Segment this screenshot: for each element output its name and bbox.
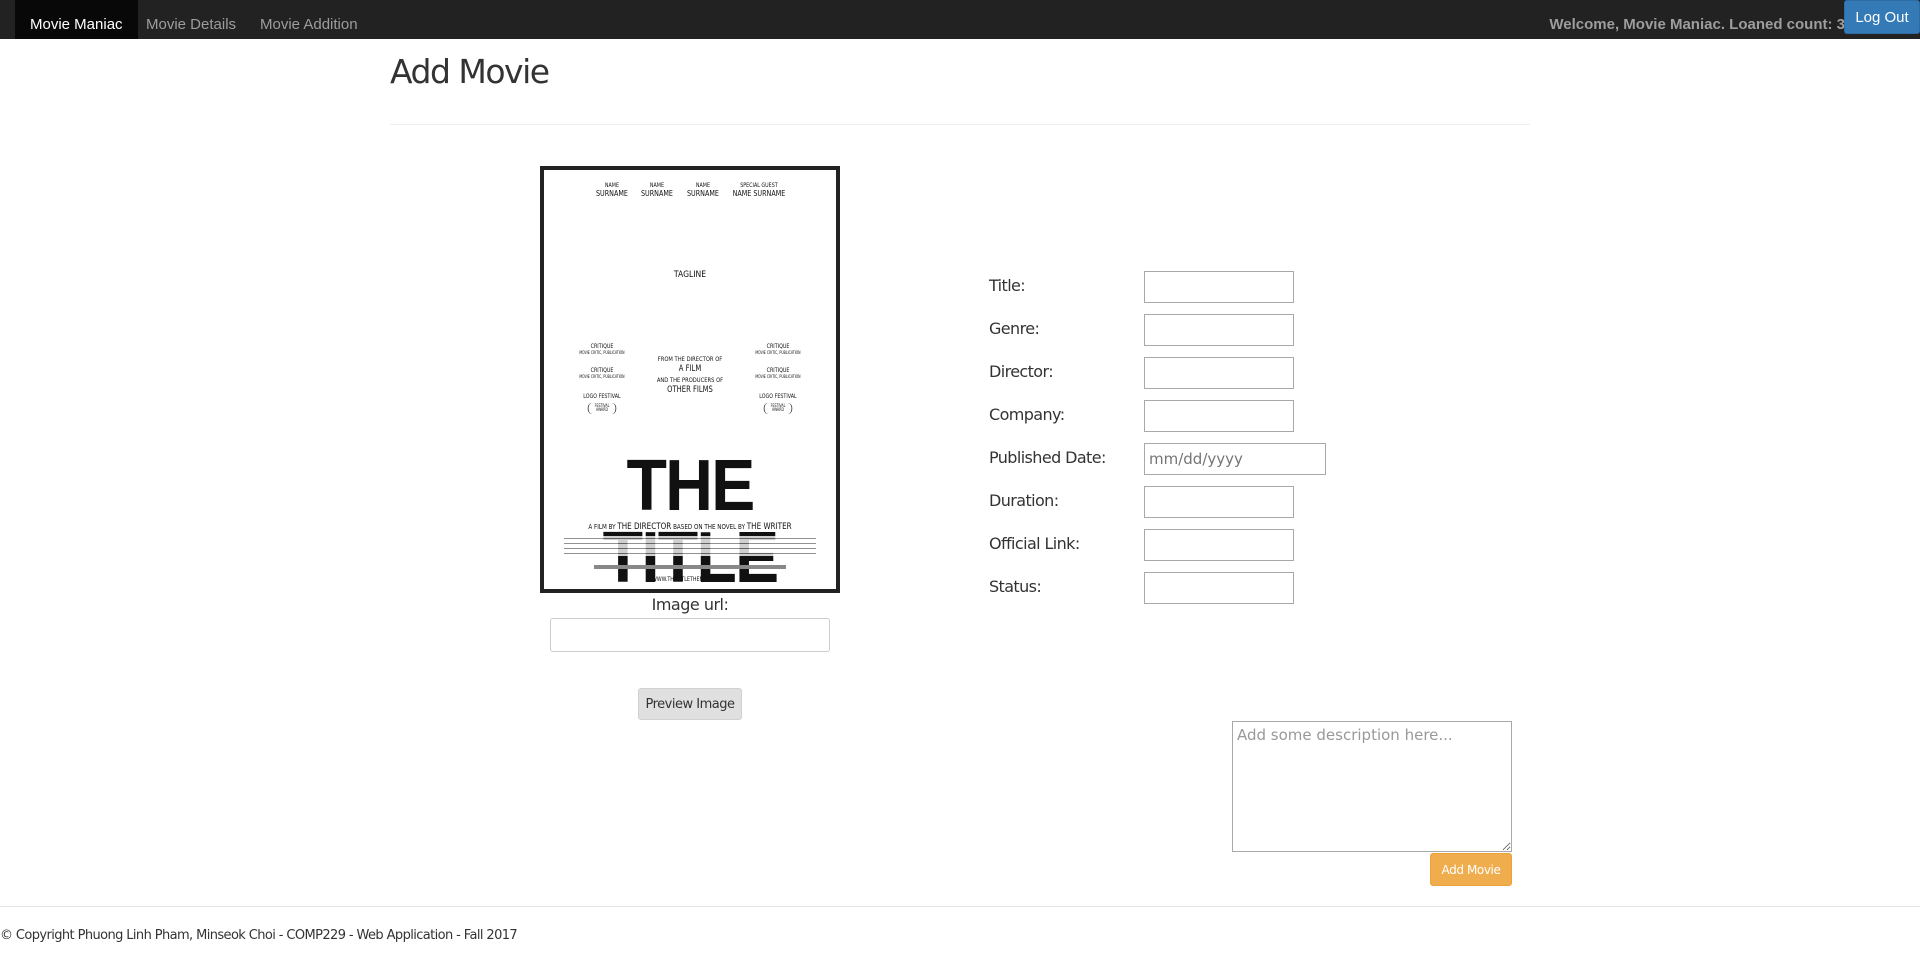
poster-credit-top: SPECIAL GUEST bbox=[740, 182, 778, 189]
official-link-label: Official Link: bbox=[989, 534, 1080, 553]
poster-credit-bottom: NAME SURNAME bbox=[732, 189, 786, 199]
official-link-input[interactable] bbox=[1144, 529, 1294, 561]
preview-image-button[interactable]: Preview Image bbox=[638, 688, 742, 720]
page-title: Add Movie bbox=[390, 52, 550, 91]
poster-credit-top: NAME bbox=[649, 182, 664, 189]
published-date-label: Published Date: bbox=[989, 448, 1106, 467]
logout-button[interactable]: Log Out bbox=[1844, 0, 1920, 34]
welcome-text: Welcome, Movie Maniac. Loaned count: 3 bbox=[1549, 16, 1845, 33]
poster-festival-laurel: LOGO FESTIVAL FESTIVAL AWARD bbox=[754, 393, 802, 415]
poster-center-line: AND THE PRODUCERS OF bbox=[656, 375, 724, 384]
poster-festival-title: LOGO FESTIVAL bbox=[759, 393, 797, 400]
footer-copyright: © Copyright Phuong Linh Pham, Minseok Ch… bbox=[0, 928, 518, 943]
poster-critique: CRITIQUE MOVIE CRITIC, PUBLICATION bbox=[754, 367, 802, 379]
poster-url: WWW.THETITLETHEMOVIE.COM bbox=[652, 576, 728, 583]
duration-label: Duration: bbox=[989, 491, 1059, 510]
poster-festival-title: LOGO FESTIVAL bbox=[583, 393, 621, 400]
add-movie-button[interactable]: Add Movie bbox=[1430, 853, 1512, 886]
poster-credit-bottom: SURNAME bbox=[595, 189, 628, 199]
title-label: Title: bbox=[989, 276, 1026, 295]
poster-credit: NAME SURNAME bbox=[687, 182, 719, 199]
poster-byline-part: A FILM BY bbox=[588, 523, 616, 531]
nav-brand[interactable]: Movie Maniac bbox=[15, 0, 138, 39]
poster-center-line: OTHER FILMS bbox=[667, 385, 713, 396]
nav-link-movie-addition[interactable]: Movie Addition bbox=[260, 0, 358, 39]
poster-byline-part: BASED ON THE NOVEL BY bbox=[673, 523, 745, 531]
poster-critique: CRITIQUE MOVIE CRITIC, PUBLICATION bbox=[754, 343, 802, 355]
published-date-input[interactable] bbox=[1144, 443, 1326, 475]
poster-center-line: FROM THE DIRECTOR OF bbox=[657, 355, 723, 363]
poster-festival-sub: FESTIVAL AWARD bbox=[587, 402, 617, 415]
poster-byline-part: THE WRITER bbox=[746, 522, 792, 532]
poster-center-line: A FILM bbox=[678, 364, 702, 375]
poster-credit-bottom: SURNAME bbox=[640, 189, 673, 199]
poster-billing-block bbox=[564, 536, 816, 556]
poster-critique-sub: MOVIE CRITIC, PUBLICATION bbox=[579, 349, 625, 355]
image-url-input[interactable] bbox=[550, 618, 830, 652]
poster-critique-sub: MOVIE CRITIC, PUBLICATION bbox=[755, 373, 801, 379]
director-label: Director: bbox=[989, 362, 1054, 381]
genre-input[interactable] bbox=[1144, 314, 1294, 346]
footer-divider bbox=[0, 906, 1920, 907]
poster-critique-sub: MOVIE CRITIC, PUBLICATION bbox=[579, 373, 625, 379]
poster-byline: A FILM BY THE DIRECTOR BASED ON THE NOVE… bbox=[573, 522, 807, 532]
poster-critique-sub: MOVIE CRITIC, PUBLICATION bbox=[755, 349, 801, 355]
company-input[interactable] bbox=[1144, 400, 1294, 432]
status-input[interactable] bbox=[1144, 572, 1294, 604]
image-url-label: Image url: bbox=[651, 595, 729, 614]
title-divider bbox=[390, 124, 1530, 125]
poster-critique: CRITIQUE MOVIE CRITIC, PUBLICATION bbox=[578, 367, 626, 379]
poster-credit: NAME SURNAME bbox=[596, 182, 628, 199]
status-label: Status: bbox=[989, 577, 1042, 596]
poster-festival-laurel: LOGO FESTIVAL FESTIVAL AWARD bbox=[578, 393, 626, 415]
poster-center-text: FROM THE DIRECTOR OF A FILM AND THE PROD… bbox=[653, 355, 727, 397]
poster-byline-part: THE DIRECTOR bbox=[617, 522, 672, 532]
poster-credit-top: NAME bbox=[695, 182, 710, 189]
poster-logos-strip bbox=[594, 565, 786, 569]
genre-label: Genre: bbox=[989, 319, 1040, 338]
poster-credit-top: NAME bbox=[604, 182, 619, 189]
duration-input[interactable] bbox=[1144, 486, 1294, 518]
poster-critique: CRITIQUE MOVIE CRITIC, PUBLICATION bbox=[578, 343, 626, 355]
title-input[interactable] bbox=[1144, 271, 1294, 303]
nav-link-movie-details[interactable]: Movie Details bbox=[146, 0, 236, 39]
poster-festival-sub: FESTIVAL AWARD bbox=[763, 402, 793, 415]
director-input[interactable] bbox=[1144, 357, 1294, 389]
top-navbar: Movie Maniac Movie Details Movie Additio… bbox=[0, 0, 1920, 39]
poster-credit-bottom: SURNAME bbox=[686, 189, 719, 199]
poster-credit: SPECIAL GUEST NAME SURNAME bbox=[733, 182, 786, 199]
poster-tagline: TAGLINE bbox=[673, 270, 707, 280]
poster-credit: NAME SURNAME bbox=[641, 182, 673, 199]
company-label: Company: bbox=[989, 405, 1065, 424]
description-textarea[interactable] bbox=[1232, 721, 1512, 852]
movie-poster-image: NAME SURNAME NAME SURNAME NAME SURNAME S… bbox=[540, 166, 840, 594]
